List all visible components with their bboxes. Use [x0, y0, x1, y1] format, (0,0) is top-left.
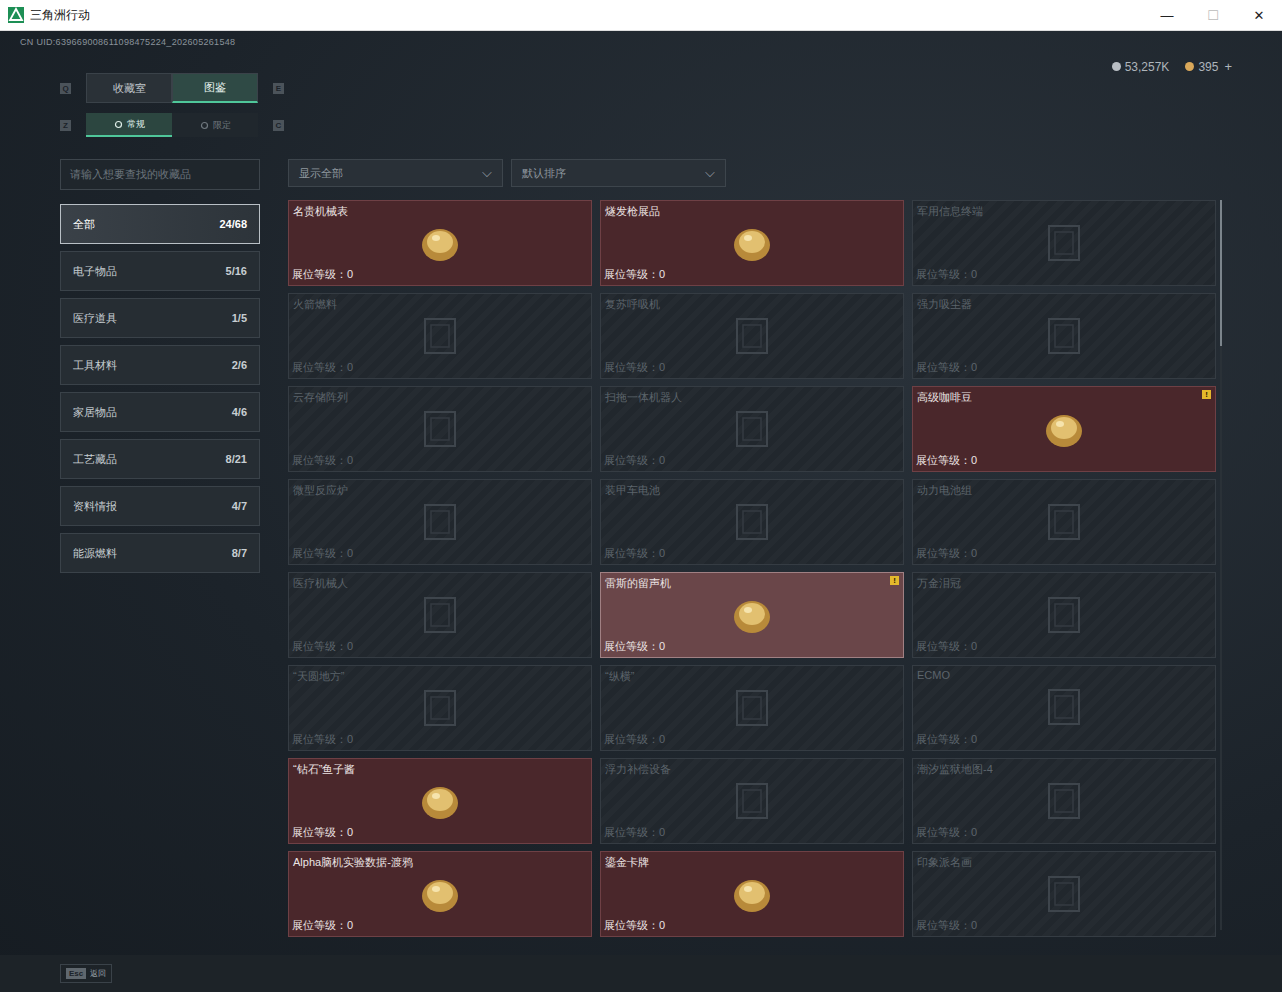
new-badge: ! [890, 576, 899, 585]
sub-tab[interactable]: 限定 [172, 113, 258, 137]
key-hint: Z [60, 120, 71, 131]
main-tab[interactable]: 图鉴 [172, 73, 258, 103]
search-field[interactable]: 请输入想要查找的收藏品 [60, 159, 260, 190]
collection-card[interactable]: Alpha脑机实验数据-渡鸦展位等级：0 [288, 851, 592, 937]
collection-card[interactable]: ECMO展位等级：0 [912, 665, 1216, 751]
collection-card[interactable]: 云存储阵列展位等级：0 [288, 386, 592, 472]
category-item[interactable]: 资料情报4/7 [60, 486, 260, 526]
collection-card[interactable]: 万金泪冠展位等级：0 [912, 572, 1216, 658]
locked-item-icon [413, 495, 467, 549]
collection-card[interactable]: 燧发枪展品展位等级：0 [600, 200, 904, 286]
collection-card[interactable]: 印象派名画展位等级：0 [912, 851, 1216, 937]
collection-card[interactable]: 火箭燃料展位等级：0 [288, 293, 592, 379]
key-hint: C [273, 120, 284, 131]
collection-card[interactable]: 强力吸尘器展位等级：0 [912, 293, 1216, 379]
collection-card[interactable]: 浮力补偿设备展位等级：0 [600, 758, 904, 844]
category-item[interactable]: 医疗道具1/5 [60, 298, 260, 338]
chevron-icon: ⌵ [482, 165, 492, 181]
locked-item-icon [725, 495, 779, 549]
collection-card[interactable]: 鎏金卡牌展位等级：0 [600, 851, 904, 937]
collectible-icon [725, 588, 779, 642]
locked-item-icon [413, 588, 467, 642]
window-control-button[interactable]: — [1144, 8, 1190, 23]
category-item[interactable]: 能源燃料8/7 [60, 533, 260, 573]
title-bar: 三角洲行动 —☐✕ [0, 0, 1282, 31]
footer-bar: Esc返回 [0, 955, 1282, 992]
currency: 53,257K [1112, 60, 1170, 74]
uid-label: CN UID:639669008611098475224_20260526154… [20, 37, 235, 47]
collectible-icon [413, 867, 467, 921]
back-button[interactable]: Esc返回 [60, 964, 112, 983]
collection-card[interactable]: 潮汐监狱地图-4展位等级：0 [912, 758, 1216, 844]
collection-card[interactable]: 名贵机械表展位等级：0 [288, 200, 592, 286]
collectible-icon [725, 216, 779, 270]
collection-card[interactable]: 复苏呼吸机展位等级：0 [600, 293, 904, 379]
window-control-button[interactable]: ☐ [1190, 8, 1236, 23]
coin-icon [1185, 62, 1194, 71]
window-title: 三角洲行动 [30, 7, 90, 24]
locked-item-icon [1037, 588, 1091, 642]
game-window: 三角洲行动 —☐✕ CN UID:639669008611098475224_202… [0, 0, 1282, 992]
collection-card[interactable]: 军用信息终端展位等级：0 [912, 200, 1216, 286]
delta-logo-icon [8, 7, 24, 23]
key-hint: E [273, 83, 284, 94]
collection-card[interactable]: “钻石”鱼子酱展位等级：0 [288, 758, 592, 844]
locked-item-icon [413, 309, 467, 363]
tab-icon [114, 120, 123, 129]
sub-tab[interactable]: 常规 [86, 113, 172, 137]
collection-card[interactable]: 装甲车电池展位等级：0 [600, 479, 904, 565]
key-hint: Q [60, 83, 71, 94]
filter-dropdown[interactable]: 显示全部⌵ [288, 159, 503, 187]
collectible-icon [1037, 402, 1091, 456]
collectible-icon [725, 867, 779, 921]
locked-item-icon [1037, 680, 1091, 734]
collectible-icon [413, 216, 467, 270]
collection-card[interactable]: 医疗机械人展位等级：0 [288, 572, 592, 658]
collection-card[interactable]: 高级咖啡豆展位等级：0! [912, 386, 1216, 472]
category-item[interactable]: 电子物品5/16 [60, 251, 260, 291]
coin-icon [1112, 62, 1121, 71]
collectible-icon [413, 774, 467, 828]
locked-item-icon [725, 402, 779, 456]
locked-item-icon [1037, 309, 1091, 363]
locked-item-icon [725, 774, 779, 828]
filter-dropdown[interactable]: 默认排序⌵ [511, 159, 726, 187]
category-item[interactable]: 全部24/68 [60, 204, 260, 244]
locked-item-icon [1037, 867, 1091, 921]
game-area: CN UID:639669008611098475224_20260526154… [0, 31, 1282, 992]
currency: 395 [1185, 60, 1218, 74]
collection-card[interactable]: “纵横”展位等级：0 [600, 665, 904, 751]
window-control-button[interactable]: ✕ [1236, 8, 1282, 23]
locked-item-icon [1037, 216, 1091, 270]
category-item[interactable]: 工具材料2/6 [60, 345, 260, 385]
collection-card[interactable]: 动力电池组展位等级：0 [912, 479, 1216, 565]
locked-item-icon [1037, 495, 1091, 549]
locked-item-icon [1037, 774, 1091, 828]
locked-item-icon [413, 681, 467, 735]
new-badge: ! [1202, 390, 1211, 399]
scrollbar-thumb[interactable] [1220, 200, 1222, 346]
locked-item-icon [725, 309, 779, 363]
category-item[interactable]: 家居物品4/6 [60, 392, 260, 432]
collection-card[interactable]: 扫拖一体机器人展位等级：0 [600, 386, 904, 472]
chevron-icon: ⌵ [705, 165, 715, 181]
collection-card[interactable]: “天圆地方”展位等级：0 [288, 665, 592, 751]
category-item[interactable]: 工艺藏品8/21 [60, 439, 260, 479]
add-currency-button[interactable]: + [1224, 59, 1232, 74]
collection-card[interactable]: 雷斯的留声机展位等级：0! [600, 572, 904, 658]
main-tab[interactable]: 收藏室 [86, 73, 172, 103]
locked-item-icon [725, 681, 779, 735]
scrollbar[interactable] [1220, 200, 1222, 930]
locked-item-icon [413, 402, 467, 456]
collection-card[interactable]: 微型反应炉展位等级：0 [288, 479, 592, 565]
tab-icon [200, 121, 209, 130]
